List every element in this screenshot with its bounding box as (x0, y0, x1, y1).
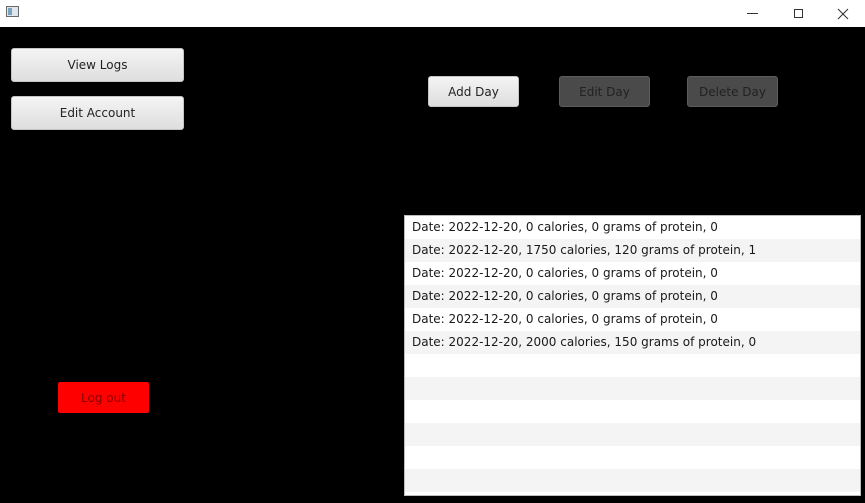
add-day-button[interactable]: Add Day (428, 76, 519, 107)
empty-list-row (405, 423, 860, 446)
close-button[interactable] (820, 0, 865, 27)
minimize-button[interactable] (729, 0, 775, 27)
list-item[interactable]: Date: 2022-12-20, 2000 calories, 150 gra… (405, 331, 860, 354)
empty-list-row (405, 446, 860, 469)
logout-button[interactable]: Log out (58, 382, 149, 413)
list-item[interactable]: Date: 2022-12-20, 0 calories, 0 grams of… (405, 308, 860, 331)
list-item[interactable]: Date: 2022-12-20, 0 calories, 0 grams of… (405, 285, 860, 308)
close-icon (837, 8, 849, 19)
app-window: View Logs Edit Account Add Day Edit Day … (0, 0, 865, 503)
list-item[interactable]: Date: 2022-12-20, 1750 calories, 120 gra… (405, 239, 860, 262)
list-item[interactable]: Date: 2022-12-20, 0 calories, 0 grams of… (405, 216, 860, 239)
maximize-button[interactable] (775, 0, 821, 27)
minimize-icon (746, 13, 758, 14)
edit-account-button[interactable]: Edit Account (11, 96, 184, 130)
delete-day-button[interactable]: Delete Day (687, 76, 778, 107)
app-window-icon (6, 6, 19, 17)
maximize-icon (793, 9, 803, 18)
day-log-list[interactable]: Date: 2022-12-20, 0 calories, 0 grams of… (404, 215, 861, 496)
edit-day-button[interactable]: Edit Day (559, 76, 650, 107)
empty-list-row (405, 400, 860, 423)
empty-list-row (405, 354, 860, 377)
view-logs-button[interactable]: View Logs (11, 48, 184, 82)
title-bar (0, 0, 865, 27)
empty-list-row (405, 469, 860, 492)
empty-list-row (405, 377, 860, 400)
list-item[interactable]: Date: 2022-12-20, 0 calories, 0 grams of… (405, 262, 860, 285)
